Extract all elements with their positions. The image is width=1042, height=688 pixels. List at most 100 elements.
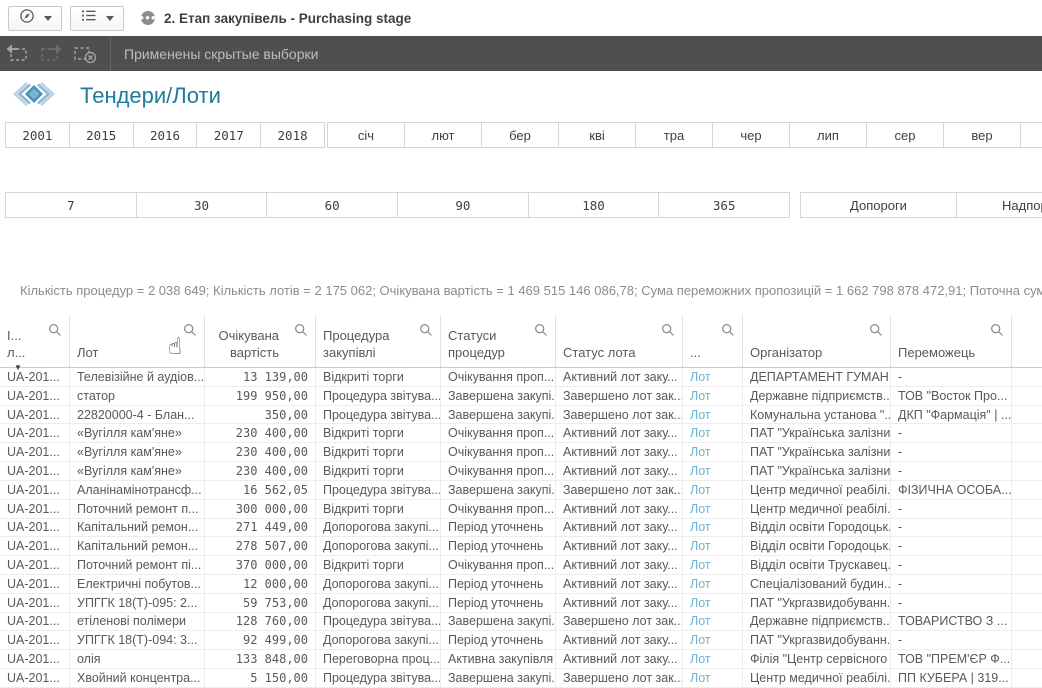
table-cell[interactable]: Лот <box>683 443 743 462</box>
search-icon[interactable] <box>48 323 62 337</box>
table-cell[interactable]: UA-201... <box>0 443 70 462</box>
table-cell[interactable]: Активний лот заку... <box>556 462 683 481</box>
column-header[interactable]: Очікуванавартість <box>205 315 316 367</box>
table-cell[interactable]: - <box>891 443 1012 462</box>
table-cell[interactable]: Лот <box>683 669 743 688</box>
table-cell[interactable]: Активний лот заку... <box>556 368 683 387</box>
table-cell[interactable]: Поточний ремонт пі... <box>70 556 205 575</box>
table-cell[interactable]: UA-201... <box>0 537 70 556</box>
table-cell[interactable]: «Вугілля кам'яне» <box>70 424 205 443</box>
table-cell[interactable]: Процедура звітува... <box>316 406 441 425</box>
table-cell[interactable]: 230 400,00 <box>205 443 316 462</box>
table-cell[interactable]: ТОВАРИСТВО З ... <box>891 613 1012 632</box>
search-icon[interactable] <box>661 323 675 337</box>
table-cell[interactable]: олія <box>70 650 205 669</box>
table-cell[interactable]: «Вугілля кам'яне» <box>70 443 205 462</box>
month-cell[interactable]: січ <box>327 122 405 148</box>
search-icon[interactable] <box>183 323 197 337</box>
table-cell[interactable]: «Вугілля кам'яне» <box>70 462 205 481</box>
table-cell[interactable]: Активний лот заку... <box>556 594 683 613</box>
table-cell[interactable]: Лот <box>683 481 743 500</box>
table-cell[interactable]: Аланінамінотрансф... <box>70 481 205 500</box>
table-cell[interactable]: 271 449,00 <box>205 519 316 538</box>
table-cell[interactable]: Лот <box>683 368 743 387</box>
table-cell[interactable]: Процедура звітува... <box>316 481 441 500</box>
table-cell[interactable]: ПАТ "Укргазвидобуванн... <box>743 631 891 650</box>
table-cell[interactable]: UA-201... <box>0 387 70 406</box>
table-cell[interactable]: Спеціалізований будин... <box>743 575 891 594</box>
table-cell[interactable]: Лот <box>683 424 743 443</box>
table-cell[interactable]: Активний лот заку... <box>556 537 683 556</box>
table-cell[interactable]: Лот <box>683 575 743 594</box>
search-icon[interactable] <box>419 323 433 337</box>
table-cell[interactable]: Допорогова закупі... <box>316 631 441 650</box>
table-cell[interactable]: UA-201... <box>0 650 70 669</box>
year-cell[interactable]: 2001 <box>5 122 70 148</box>
table-cell[interactable]: ДЕПАРТАМЕНТ ГУМАНІ... <box>743 368 891 387</box>
table-cell[interactable]: Активна закупівля <box>441 650 556 669</box>
table-cell[interactable]: Завершена закупі... <box>441 613 556 632</box>
navigation-dropdown-button[interactable] <box>8 6 62 31</box>
table-cell[interactable]: UA-201... <box>0 631 70 650</box>
table-cell[interactable]: Завершена закупі... <box>441 669 556 688</box>
table-cell[interactable]: - <box>891 462 1012 481</box>
table-cell[interactable]: Допорогова закупі... <box>316 537 441 556</box>
column-header[interactable]: Переможець <box>891 315 1012 367</box>
table-cell[interactable]: Державне підприємств... <box>743 387 891 406</box>
table-cell[interactable]: UA-201... <box>0 556 70 575</box>
step-forward-selection-button[interactable] <box>34 36 68 71</box>
year-cell[interactable]: 2017 <box>196 122 261 148</box>
table-cell[interactable]: статор <box>70 387 205 406</box>
table-cell[interactable]: UA-201... <box>0 462 70 481</box>
table-cell[interactable]: Завершено лот зак... <box>556 387 683 406</box>
search-icon[interactable] <box>869 323 883 337</box>
table-cell[interactable]: UA-201... <box>0 613 70 632</box>
table-cell[interactable]: 92 499,00 <box>205 631 316 650</box>
table-cell[interactable]: 370 000,00 <box>205 556 316 575</box>
table-cell[interactable]: UA-201... <box>0 575 70 594</box>
table-cell[interactable]: Активний лот заку... <box>556 631 683 650</box>
clear-all-selections-button[interactable] <box>68 36 102 71</box>
table-cell[interactable]: 16 562,05 <box>205 481 316 500</box>
table-cell[interactable]: - <box>891 519 1012 538</box>
table-cell[interactable]: Очікування проп... <box>441 368 556 387</box>
month-cell[interactable]: чер <box>712 122 790 148</box>
table-cell[interactable]: Період уточнень <box>441 575 556 594</box>
table-cell[interactable]: Допорогова закупі... <box>316 519 441 538</box>
table-cell[interactable]: Центр медичної реабілі... <box>743 669 891 688</box>
table-cell[interactable]: 230 400,00 <box>205 424 316 443</box>
table-cell[interactable]: 300 000,00 <box>205 500 316 519</box>
table-cell[interactable]: Телевізійне й аудіов... <box>70 368 205 387</box>
day-range-cell[interactable]: 7 <box>5 192 137 218</box>
month-cell[interactable]: вер <box>943 122 1021 148</box>
table-cell[interactable]: UA-201... <box>0 481 70 500</box>
table-cell[interactable]: - <box>891 594 1012 613</box>
table-cell[interactable]: - <box>891 556 1012 575</box>
column-header[interactable]: Процедуразакупівлі <box>316 315 441 367</box>
table-cell[interactable]: Відкриті торги <box>316 462 441 481</box>
month-cell[interactable]: сер <box>866 122 944 148</box>
month-cell-partial[interactable] <box>1020 122 1042 148</box>
table-cell[interactable]: Лот <box>683 519 743 538</box>
table-cell[interactable]: Комунальна установа "... <box>743 406 891 425</box>
table-cell[interactable]: Період уточнень <box>441 537 556 556</box>
table-cell[interactable]: 199 950,00 <box>205 387 316 406</box>
table-cell[interactable]: Очікування проп... <box>441 462 556 481</box>
month-cell[interactable]: кві <box>558 122 636 148</box>
month-cell[interactable]: лип <box>789 122 867 148</box>
year-cell[interactable]: 2015 <box>69 122 134 148</box>
table-cell[interactable]: УПГГК 18(Т)-095: 2... <box>70 594 205 613</box>
table-cell[interactable]: 13 139,00 <box>205 368 316 387</box>
table-cell[interactable]: Переговорна проц... <box>316 650 441 669</box>
table-cell[interactable]: УПГГК 18(Т)-094: 3... <box>70 631 205 650</box>
table-cell[interactable]: Лот <box>683 631 743 650</box>
table-cell[interactable]: Активний лот заку... <box>556 519 683 538</box>
table-cell[interactable]: 5 150,00 <box>205 669 316 688</box>
table-cell[interactable]: Відділ освіти Городоцьк... <box>743 537 891 556</box>
table-cell[interactable]: етіленові полімери <box>70 613 205 632</box>
table-cell[interactable]: Завершено лот зак... <box>556 481 683 500</box>
table-cell[interactable]: Електричні побутов... <box>70 575 205 594</box>
step-back-selection-button[interactable] <box>0 36 34 71</box>
table-cell[interactable]: Завершено лот зак... <box>556 669 683 688</box>
table-cell[interactable]: Лот <box>683 462 743 481</box>
